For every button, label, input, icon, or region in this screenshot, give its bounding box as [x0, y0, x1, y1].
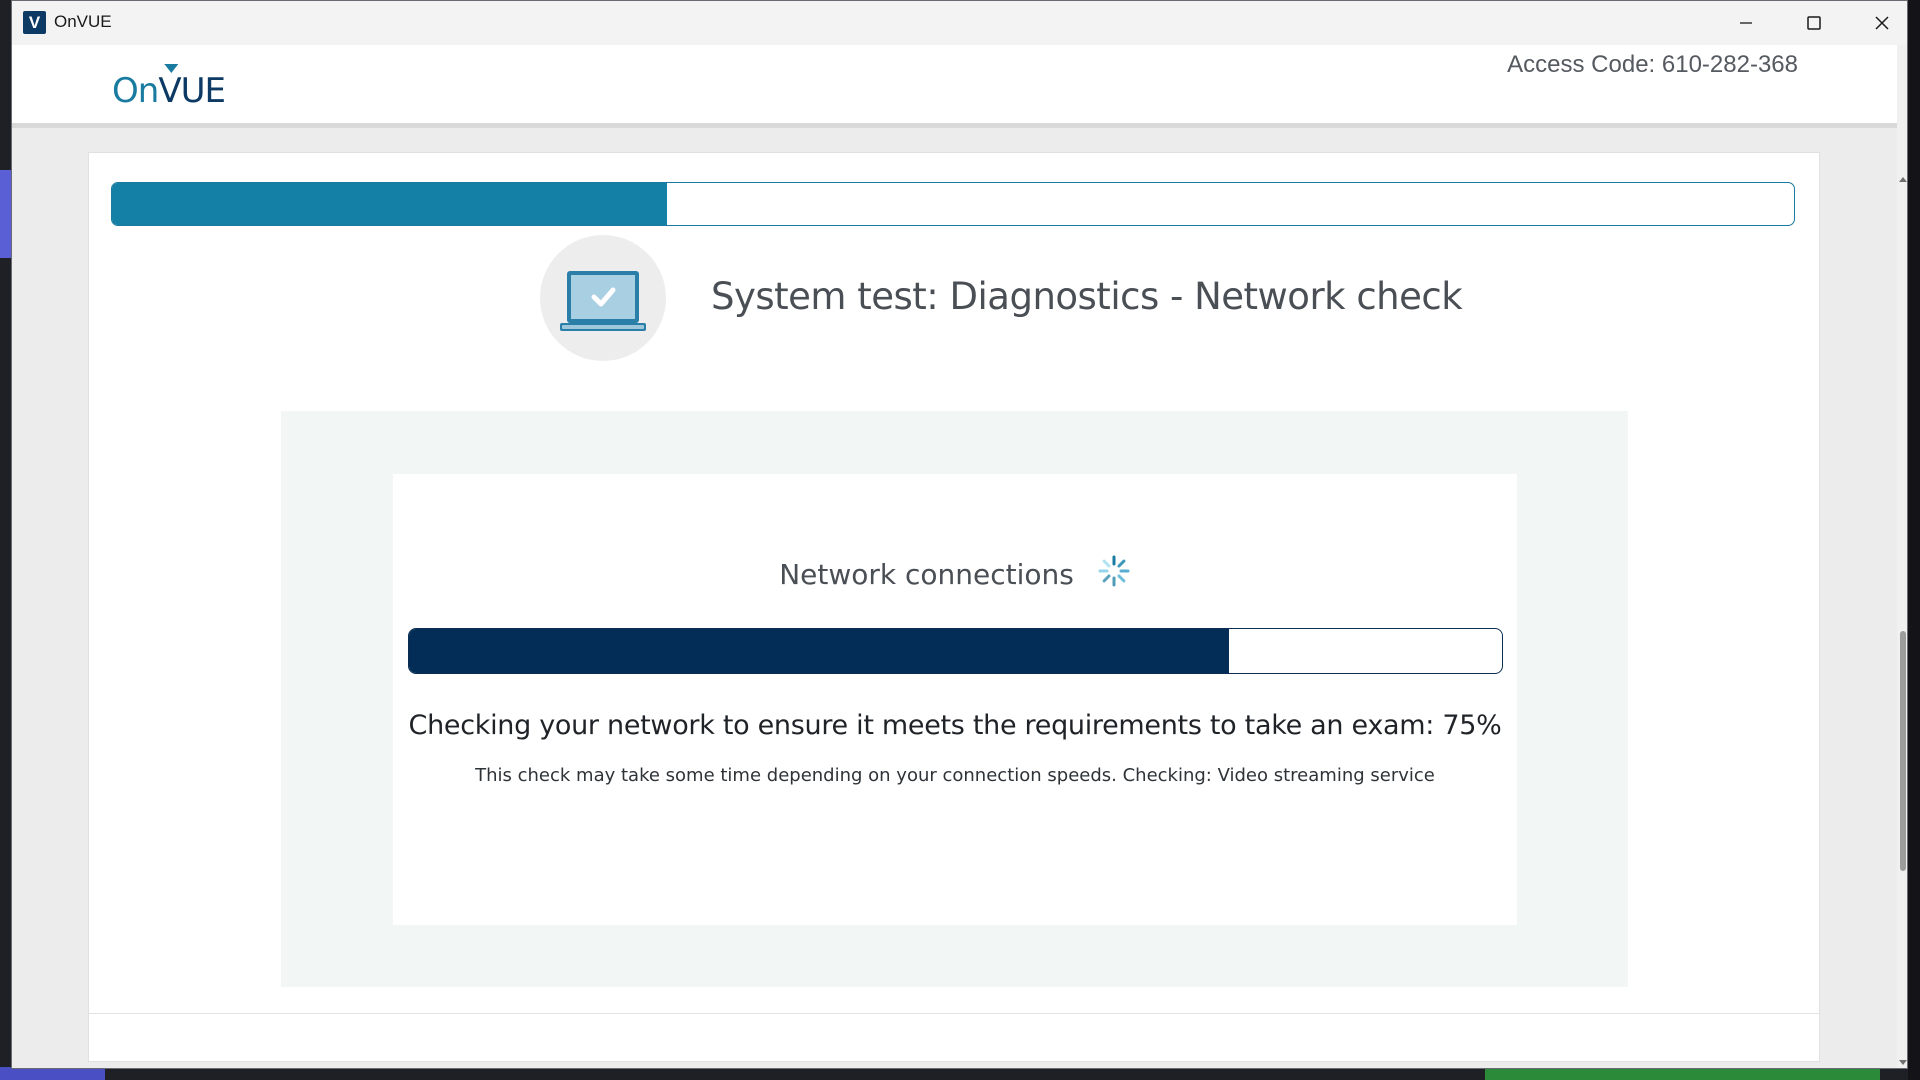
close-button[interactable]	[1848, 1, 1907, 45]
logo-on-text: On	[112, 71, 159, 111]
loading-spinner-icon	[1097, 554, 1131, 595]
wizard-card: System test: Diagnostics - Network check…	[88, 152, 1820, 1062]
network-check-card: Network connections Checking your networ…	[393, 474, 1517, 925]
logo-v-text: V	[158, 71, 181, 111]
window-title: OnVUE	[54, 12, 112, 31]
step-title: System test: Diagnostics - Network check	[711, 275, 1463, 318]
card-divider	[89, 1013, 1819, 1014]
wizard-progress-fill	[112, 183, 668, 225]
desktop-edge	[1908, 0, 1920, 1080]
minimize-icon	[1740, 22, 1752, 24]
network-title: Network connections	[779, 558, 1074, 591]
laptop-check-icon-graphic	[560, 271, 646, 331]
network-progress-bar	[408, 628, 1503, 674]
laptop-check-icon	[540, 235, 666, 361]
app-window: V OnVUE OnVUE Access Code: 610-282-368	[11, 0, 1908, 1069]
access-code: Access Code: 610-282-368	[1507, 51, 1798, 78]
maximize-icon	[1807, 16, 1821, 30]
maximize-button[interactable]	[1780, 1, 1848, 45]
minimize-button[interactable]	[1712, 1, 1780, 45]
network-title-row: Network connections	[393, 554, 1517, 595]
network-progress-fill	[409, 629, 1229, 673]
wizard-progress-bar	[111, 182, 1795, 226]
sub-text: This check may take some time depending …	[475, 765, 1435, 786]
status-text: Checking your network to ensure it meets…	[408, 710, 1502, 741]
taskbar-fragment-green	[1485, 1069, 1880, 1080]
app-header: On V UE Access Code: 610-282-368	[12, 45, 1897, 128]
vertical-scrollbar[interactable]	[1897, 45, 1907, 1068]
onvue-logo: On V UE	[112, 61, 226, 111]
app-icon: V	[23, 11, 46, 34]
scroll-up-arrow-icon[interactable]	[1899, 177, 1907, 182]
spinner-graphic	[1098, 555, 1130, 587]
scroll-down-arrow-icon[interactable]	[1899, 1060, 1907, 1065]
logo-ue-text: UE	[180, 71, 226, 111]
app-content: On V UE Access Code: 610-282-368 System te…	[12, 45, 1897, 1068]
title-bar[interactable]: V OnVUE	[12, 1, 1907, 45]
close-icon	[1875, 16, 1889, 30]
scroll-thumb[interactable]	[1900, 631, 1906, 871]
check-panel: Network connections Checking your networ…	[281, 411, 1628, 987]
